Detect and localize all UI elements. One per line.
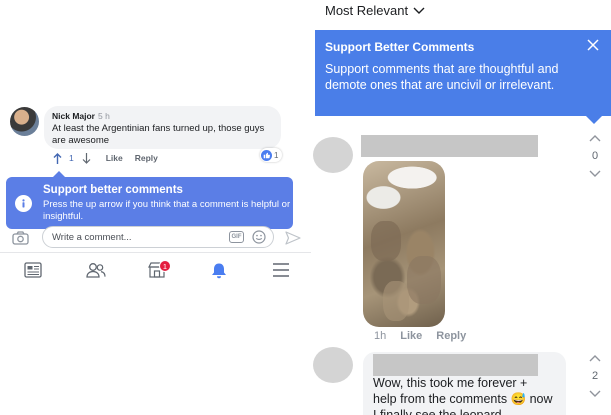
sort-dropdown[interactable]: Most Relevant — [325, 3, 425, 18]
reaction-count: 1 — [274, 150, 279, 160]
vote-count: 0 — [591, 150, 599, 162]
comment-time: 1h — [374, 330, 387, 342]
comment-input[interactable] — [52, 230, 222, 244]
comment-composer: GIF — [0, 222, 311, 252]
avatar[interactable] — [313, 137, 353, 173]
like-button[interactable]: Like — [400, 330, 422, 342]
reaction-summary[interactable]: 1 — [260, 148, 283, 162]
support-comments-banner: Support Better Comments Support comments… — [315, 30, 611, 124]
comment-actions: 1 Like Reply — [52, 152, 158, 164]
upvote-arrow-icon[interactable] — [52, 152, 62, 164]
bottom-tab-bar: 1 — [0, 252, 311, 288]
vote-count: 2 — [591, 370, 599, 382]
redacted-name — [373, 354, 538, 376]
comment-photo[interactable] — [363, 161, 445, 327]
redacted-name — [361, 135, 538, 157]
banner-title: Support Better Comments — [325, 40, 475, 54]
comment-time: 5 h — [98, 111, 110, 121]
vote-control: 2 — [583, 354, 607, 398]
downvote-arrow-icon[interactable] — [589, 170, 601, 178]
photo-texture — [407, 256, 441, 304]
news-feed-icon[interactable] — [24, 262, 44, 280]
send-icon[interactable] — [285, 230, 301, 246]
close-icon[interactable] — [587, 38, 599, 51]
camera-icon[interactable] — [12, 231, 29, 245]
comment-text: At least the Argentinian fans turned up,… — [52, 123, 265, 146]
chevron-down-icon — [413, 7, 425, 14]
sort-label: Most Relevant — [325, 3, 409, 18]
info-icon — [15, 195, 32, 212]
downvote-arrow-icon[interactable] — [589, 390, 601, 398]
comment-input-wrapper: GIF — [42, 226, 274, 248]
tooltip-title: Support better comments — [43, 184, 183, 196]
thumbs-up-icon — [261, 149, 272, 161]
menu-icon[interactable] — [272, 262, 292, 280]
right-panel: Most Relevant Support Better Comments Su… — [311, 0, 611, 415]
reply-button[interactable]: Reply — [436, 330, 466, 342]
avatar[interactable] — [10, 107, 39, 136]
upvote-arrow-icon[interactable] — [589, 354, 601, 362]
banner-body: Support comments that are thoughtful and… — [325, 62, 559, 92]
photo-texture — [383, 281, 409, 321]
tooltip-body: Press the up arrow if you think that a c… — [43, 199, 291, 222]
left-panel: Nick Major 5 h At least the Argentinian f… — [0, 0, 311, 415]
comment-bubble[interactable]: Nick Major 5 h At least the Argentinian f… — [44, 106, 281, 149]
friends-icon[interactable] — [86, 262, 106, 280]
vote-control: 0 — [583, 134, 607, 178]
notification-badge: 1 — [159, 260, 171, 272]
comment-header: Nick Major 5 h — [52, 111, 273, 122]
like-button[interactable]: Like — [106, 153, 123, 163]
screenshot-root: Nick Major 5 h At least the Argentinian f… — [0, 0, 611, 415]
notifications-bell-icon[interactable] — [210, 262, 230, 280]
vote-count: 1 — [69, 153, 74, 163]
comment-actions: 1h Like Reply — [374, 330, 466, 342]
photo-texture — [371, 221, 401, 261]
downvote-arrow-icon[interactable] — [82, 152, 92, 164]
banner-caret — [586, 116, 602, 124]
reply-button[interactable]: Reply — [135, 153, 158, 163]
gif-icon[interactable]: GIF — [229, 231, 244, 243]
author-name[interactable]: Nick Major — [52, 111, 95, 121]
comment-text: Wow, this took me forever + help from th… — [373, 376, 553, 415]
upvote-arrow-icon[interactable] — [589, 134, 601, 142]
emoji-icon[interactable] — [252, 230, 266, 244]
tooltip-caret — [53, 171, 65, 177]
avatar[interactable] — [313, 347, 353, 383]
